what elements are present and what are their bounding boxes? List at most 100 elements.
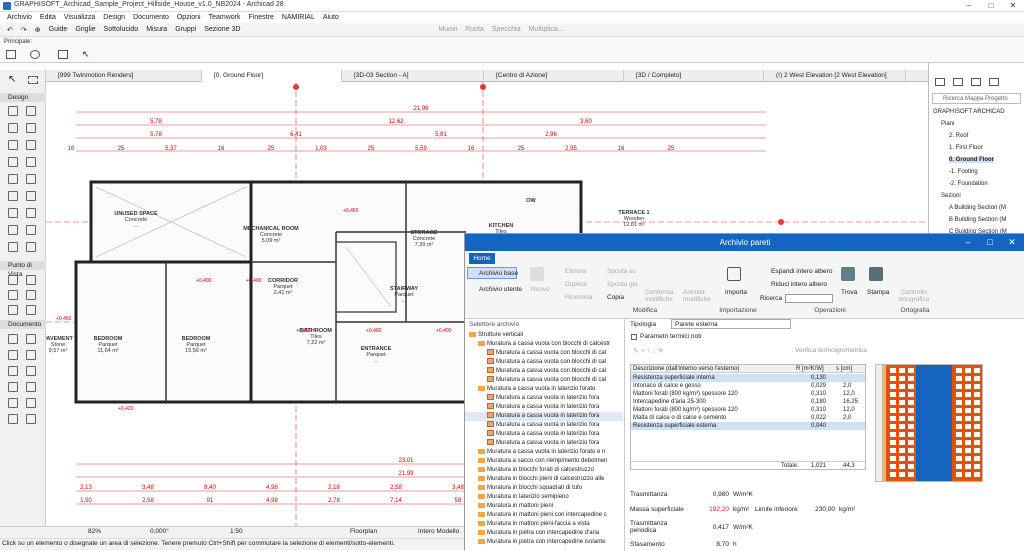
conferma-modifiche-button[interactable]: Conferma modifiche — [645, 289, 679, 303]
window-tool-icon[interactable] — [26, 174, 36, 184]
tab-home[interactable]: Home — [469, 253, 495, 264]
tipologia-select[interactable]: Parete esterna — [671, 319, 791, 329]
undo-icon[interactable]: ↶ — [3, 26, 17, 34]
gruppi-button[interactable]: Gruppi — [171, 26, 200, 33]
navigator-item[interactable]: Piani — [941, 121, 954, 127]
line-tool-icon[interactable] — [26, 366, 36, 376]
curtain-wall-tool-icon[interactable] — [26, 157, 36, 167]
3d-document-tool-icon[interactable] — [26, 305, 36, 315]
lamp-tool-icon[interactable] — [8, 242, 18, 252]
tab-west-elevation[interactable]: (!) 2 West Elevation [2 West Elevation] — [764, 70, 906, 82]
ruota-button[interactable]: Ruota — [461, 26, 488, 33]
arrow-tool-icon[interactable]: ↖ — [8, 74, 16, 85]
drawing-tool-icon[interactable] — [8, 398, 18, 408]
polyline-tool-icon[interactable] — [26, 382, 36, 392]
selector-item[interactable]: Muratura in blocchi pieni di calcestruzz… — [465, 475, 623, 484]
ricerca-input[interactable] — [785, 294, 833, 303]
selector-item[interactable]: Muratura in blocchi forati di calcestruz… — [465, 466, 623, 475]
view-map-icon[interactable] — [953, 78, 963, 86]
elimina-button[interactable]: Elimina — [565, 268, 586, 275]
navigator-item[interactable]: 0. Ground Floor — [949, 157, 994, 163]
navigator-item[interactable]: -1. Footing — [949, 169, 978, 175]
duplica-button[interactable]: Duplica — [565, 281, 587, 288]
roof-tool-icon[interactable] — [8, 140, 18, 150]
specchia-button[interactable]: Specchia — [488, 26, 525, 33]
redo-icon[interactable]: ↷ — [17, 26, 31, 34]
selector-item[interactable]: Muratura a cassa vuota in laterizio fora — [465, 394, 623, 403]
sposta-giu-button[interactable]: Sposta giù — [607, 281, 638, 288]
misura-button[interactable]: Misura — [142, 26, 171, 33]
marquee-tool-icon[interactable] — [28, 76, 38, 84]
change-tool-icon[interactable] — [8, 414, 18, 424]
importa-button[interactable]: Importa — [725, 289, 747, 296]
close-button[interactable]: ✕ — [1002, 0, 1024, 12]
rinomina-button[interactable]: Rinomina — [565, 294, 592, 301]
selector-item[interactable]: Muratura in mattoni pieni con intercaped… — [465, 511, 623, 520]
navigator-search-input[interactable]: Ricerca Mappa Progetto — [932, 93, 1021, 104]
toolbox-viewpoint-header[interactable]: Punto di Vista — [0, 261, 46, 278]
menu-aiuto[interactable]: Aiuto — [319, 14, 343, 21]
beam-tool-icon[interactable] — [8, 123, 18, 133]
model-filter-value[interactable]: Intero Modello — [418, 528, 459, 535]
nuovo-button[interactable]: Nuovo — [531, 286, 550, 293]
selector-item[interactable]: Muratura a cassa vuota con blocchi di ca… — [465, 340, 623, 349]
selector-item[interactable]: Strutture verticali — [465, 331, 623, 340]
tab-section-a[interactable]: [3D-03 Section - A] — [342, 70, 484, 82]
selector-item[interactable]: Muratura in mattoni pieni — [465, 502, 623, 511]
text-tool-icon[interactable] — [8, 350, 18, 360]
worksheet-tool-icon[interactable] — [26, 290, 36, 300]
slab-tool-icon[interactable] — [26, 123, 36, 133]
arc-tool-icon[interactable] — [8, 382, 18, 392]
publisher-icon[interactable] — [989, 78, 999, 86]
muovi-button[interactable]: Muovi — [434, 26, 461, 33]
parametri-checkbox[interactable] — [631, 334, 637, 340]
trova-button[interactable]: Trova — [841, 289, 857, 296]
table-row[interactable]: Mattoni forati (800 kg/m³) spessore 120 0… — [631, 406, 865, 414]
menu-design[interactable]: Design — [99, 14, 129, 21]
railing-tool-icon[interactable] — [26, 191, 36, 201]
navigator-item[interactable]: GRAPHISOFT ARCHICAD — [933, 109, 1005, 115]
tab-twinmotion[interactable]: [999 Twinmotion Renders] — [46, 70, 202, 82]
controllo-ortografico-button[interactable]: Controllo ortografico — [895, 289, 933, 303]
selector-item[interactable]: Muratura in mattoni pieni-faccia a vista — [465, 520, 623, 529]
selector-item[interactable]: Muratura a cassa vuota in laterizio fora… — [465, 385, 623, 394]
navigator-item[interactable]: Sezioni — [941, 193, 961, 199]
dialog-close-button[interactable]: ✕ — [1001, 234, 1023, 251]
selector-item[interactable]: Muratura a cassa vuota con blocchi di ca… — [465, 367, 623, 376]
espandi-albero-button[interactable]: Espandi intero albero — [771, 268, 832, 275]
skylight-tool-icon[interactable] — [8, 157, 18, 167]
scale-value[interactable]: 1:50 — [230, 528, 243, 535]
toolbox-design-header[interactable]: Design — [0, 93, 46, 102]
zoom-value[interactable]: 82% — [88, 528, 101, 535]
door-tool-icon[interactable] — [8, 174, 18, 184]
mesh-tool-icon[interactable] — [8, 225, 18, 235]
menu-archivio[interactable]: Archivio — [3, 14, 36, 21]
navigator-item[interactable]: A Building Section (M — [949, 205, 1006, 211]
multiplica-button[interactable]: Multiplica... — [525, 26, 568, 33]
selection-method-icon[interactable] — [30, 50, 40, 59]
copia-button[interactable]: Copia — [607, 294, 624, 301]
selector-item[interactable]: Muratura a cassa vuota in laterizio fora — [465, 430, 623, 439]
dimension-tool-icon[interactable] — [8, 334, 18, 344]
sposta-su-button[interactable]: Sposta su — [607, 268, 636, 275]
elevation-tool-icon[interactable] — [26, 275, 36, 285]
section-tool-icon[interactable] — [8, 275, 18, 285]
tab-3d-completo[interactable]: [3D / Completo] — [624, 70, 764, 82]
layer-edit-toolbar[interactable]: ✎ + ↑ ↓ ✕ — [633, 347, 693, 357]
shell-tool-icon[interactable] — [26, 140, 36, 150]
navigator-item[interactable]: -2. Foundation — [949, 181, 988, 187]
zoom-icon[interactable]: ⊕ — [31, 26, 45, 34]
view-type-value[interactable]: Floorplan — [350, 528, 377, 535]
detail-tool-icon[interactable] — [8, 305, 18, 315]
menu-edita[interactable]: Edita — [36, 14, 60, 21]
table-row[interactable]: Resistenza superficiale interna 0,130 — [631, 374, 865, 382]
selector-item[interactable]: Muratura a cassa vuota con blocchi di ca… — [465, 358, 623, 367]
fill-tool-icon[interactable] — [8, 366, 18, 376]
selector-item[interactable]: Muratura a cassa vuota in laterizio fora — [465, 439, 623, 448]
selector-item[interactable]: Muratura a cassa vuota con blocchi di ca… — [465, 349, 623, 358]
annulla-modifiche-button[interactable]: Annulla modifiche — [683, 289, 717, 303]
selector-item[interactable]: Muratura a cassa vuota in laterizio fora… — [465, 448, 623, 457]
zone-tool-icon[interactable] — [26, 208, 36, 218]
stair-tool-icon[interactable] — [8, 191, 18, 201]
table-row[interactable]: Intercapedine d'aria 25-300 0,180 16,25 — [631, 398, 865, 406]
